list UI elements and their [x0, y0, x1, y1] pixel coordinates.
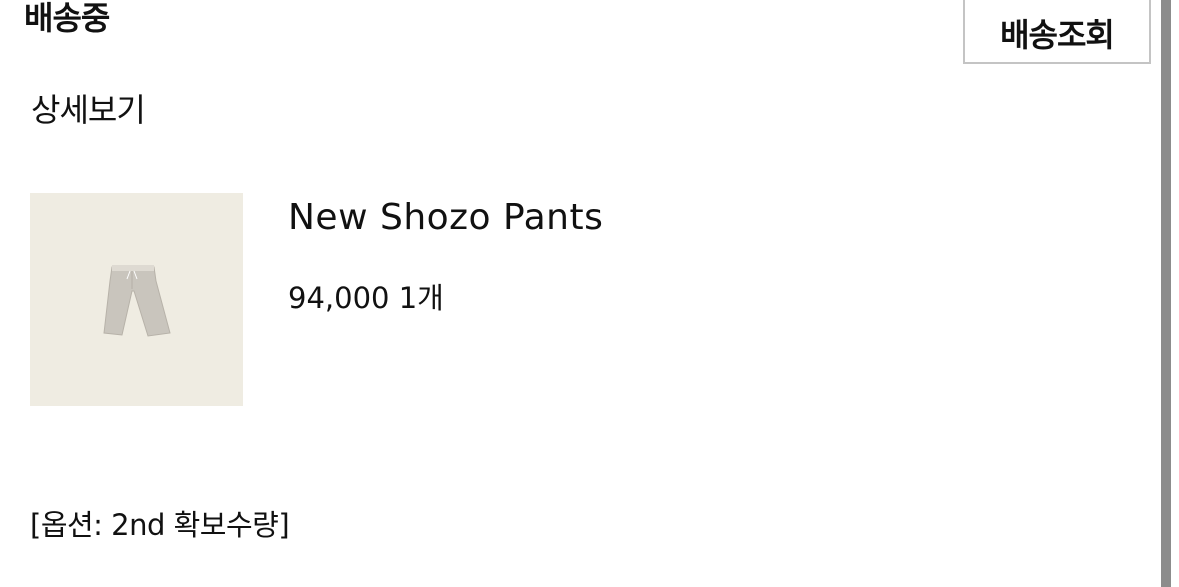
view-details-link[interactable]: 상세보기 [31, 86, 146, 134]
order-status: 배송중 [24, 0, 110, 37]
product-option: [옵션: 2nd 확보수량] [30, 508, 290, 542]
track-shipment-button[interactable]: 배송조회 [963, 0, 1151, 64]
scrollbar[interactable] [1161, 0, 1171, 587]
product-image[interactable] [30, 193, 243, 406]
product-price-quantity: 94,000 1개 [288, 281, 444, 315]
product-name[interactable]: New Shozo Pants [288, 194, 603, 242]
